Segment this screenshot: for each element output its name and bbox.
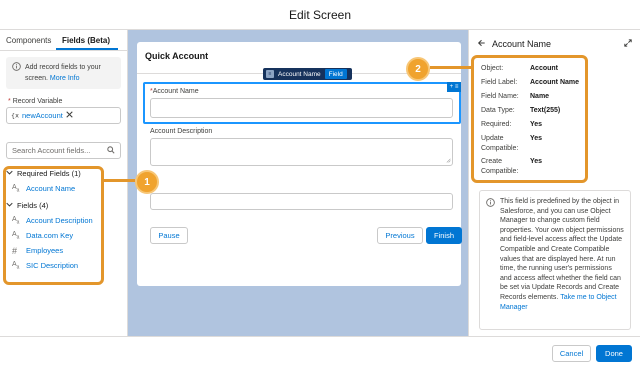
modal-title: Edit Screen <box>288 7 352 22</box>
resize-handle-icon[interactable] <box>445 156 451 165</box>
info-icon <box>486 197 495 329</box>
properties-header: Account Name <box>469 30 640 58</box>
previous-button[interactable]: Previous <box>377 227 423 244</box>
tab-fields-beta[interactable]: Fields (Beta) <box>56 30 118 50</box>
done-button[interactable]: Done <box>596 345 632 362</box>
remove-pill-icon[interactable] <box>66 111 73 120</box>
expand-icon[interactable] <box>624 39 632 49</box>
svg-text:{x}: {x} <box>11 111 19 119</box>
screen-title: Quick Account <box>145 51 209 61</box>
modal-header: Edit Screen <box>0 0 640 30</box>
callout-connector-2 <box>430 66 472 69</box>
callout-badge-1: 1 <box>135 170 159 194</box>
properties-title: Account Name <box>492 39 552 49</box>
callout-badge-2: 2 <box>406 57 430 81</box>
help-box: This field is predefined by the object i… <box>479 190 631 330</box>
search-icon <box>107 145 115 156</box>
info-icon <box>12 62 21 84</box>
callout-connector-1 <box>104 179 135 182</box>
panel-tabs: Components Fields (Beta) <box>0 30 127 51</box>
account-description-textarea[interactable] <box>150 138 453 166</box>
record-variable-pill[interactable]: newAccount <box>22 111 63 120</box>
field-chip-icon: ≡ <box>266 70 274 78</box>
finish-button[interactable]: Finish <box>426 227 462 244</box>
info-box: Add record fields to your screen. More I… <box>6 57 121 89</box>
callout-frame-1 <box>3 166 104 285</box>
cancel-button[interactable]: Cancel <box>552 345 591 362</box>
field-search-input[interactable]: Search Account fields... <box>6 142 121 159</box>
record-variable-label: * Record Variable <box>8 98 63 105</box>
selected-field-chip: ≡ Account Name Field <box>263 68 352 80</box>
account-description-label: Account Description <box>150 128 213 135</box>
account-name-input[interactable] <box>150 98 453 118</box>
pause-button[interactable]: Pause <box>150 227 188 244</box>
field-actions-icon[interactable]: + ≡ <box>447 82 461 92</box>
account-name-label: *Account Name <box>150 88 199 95</box>
callout-frame-2 <box>471 55 588 183</box>
tab-components[interactable]: Components <box>0 30 56 50</box>
modal-footer: Cancel Done <box>0 336 640 366</box>
record-variable-icon: {x} <box>11 111 23 121</box>
back-arrow-icon[interactable] <box>477 39 486 49</box>
help-text: This field is predefined by the object i… <box>500 198 624 301</box>
record-variable-input[interactable]: {x} newAccount <box>6 107 121 124</box>
field-input[interactable] <box>150 193 453 210</box>
more-info-link[interactable]: More Info <box>50 75 80 82</box>
